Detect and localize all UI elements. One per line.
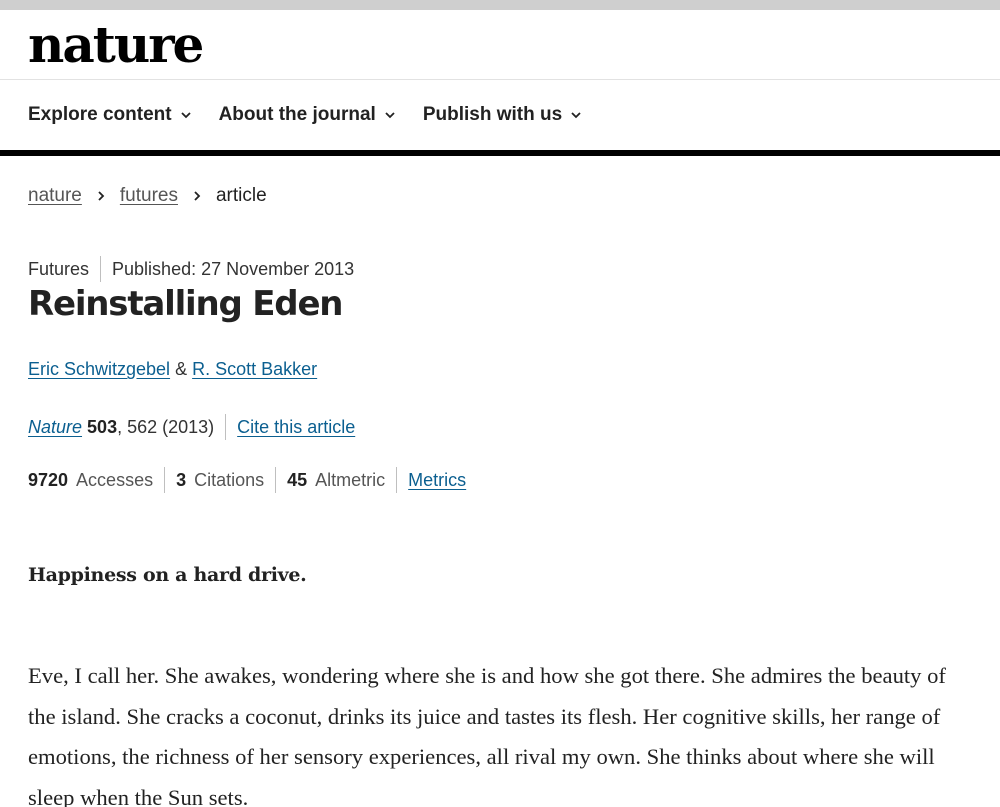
pages-year: , 562 (2013) [117, 417, 215, 437]
citation-line: Nature 503 , 562 (2013) Cite this articl… [28, 414, 355, 440]
browser-top-strip [0, 0, 1000, 10]
article-title: Reinstalling Eden [28, 284, 344, 324]
chevron-right-icon [194, 191, 201, 201]
breadcrumb: nature futures article [28, 184, 267, 208]
header-divider [0, 79, 1000, 80]
article-body-paragraph: Eve, I call her. She awakes, wondering w… [28, 663, 946, 807]
main-nav: Explore content About the journal Publis… [28, 102, 609, 128]
nav-explore-content[interactable]: Explore content [28, 102, 191, 128]
nav-item-label: Publish with us [422, 104, 563, 125]
citations-count: 3 [176, 470, 187, 490]
author-link[interactable]: R. Scott Bakker [192, 359, 317, 379]
article-type: Futures [28, 259, 90, 279]
publication-date: Published: 27 November 2013 [112, 259, 355, 279]
chevron-down-icon [385, 112, 395, 119]
chevron-down-icon [180, 112, 191, 119]
nav-item-label: About the journal [218, 104, 376, 125]
nav-about-the-journal[interactable]: About the journal [219, 102, 395, 128]
article-metrics: 9720 Accesses 3 Citations 45 Altmetric M… [28, 467, 466, 493]
nav-item-label: Explore content [28, 104, 172, 125]
breadcrumb-futures[interactable]: futures [120, 184, 178, 208]
metrics-divider [396, 467, 398, 493]
metrics-divider [164, 467, 166, 493]
breadcrumb-current: article [215, 185, 267, 206]
author-link[interactable]: Eric Schwitzgebel [28, 359, 170, 379]
nav-publish-with-us[interactable]: Publish with us [423, 102, 581, 128]
altmetric-score: 45 [287, 470, 308, 490]
chevron-right-icon [98, 191, 105, 201]
metrics-link[interactable]: Metrics [408, 468, 466, 492]
journal-link[interactable]: Nature [28, 415, 82, 439]
author-list: Eric Schwitzgebel & R. Scott Bakker [28, 357, 317, 381]
metrics-divider [275, 467, 277, 493]
citation-divider [225, 414, 227, 440]
article-standfirst: Happiness on a hard drive. [28, 564, 307, 586]
site-logo[interactable]: nature [28, 16, 204, 74]
accesses-count: 9720 [28, 470, 69, 490]
altmetric-label: Altmetric [315, 470, 386, 490]
breadcrumb-nature[interactable]: nature [28, 184, 82, 208]
article-meta: Futures Published: 27 November 2013 [28, 256, 354, 282]
cite-article-link[interactable]: Cite this article [237, 415, 355, 439]
accesses-label: Accesses [76, 470, 154, 490]
citations-label: Citations [194, 470, 265, 490]
meta-divider [100, 256, 102, 282]
volume-number: 503 [87, 417, 118, 437]
chevron-down-icon [571, 112, 581, 119]
author-separator: & [175, 359, 188, 379]
header-rule [0, 150, 1000, 156]
